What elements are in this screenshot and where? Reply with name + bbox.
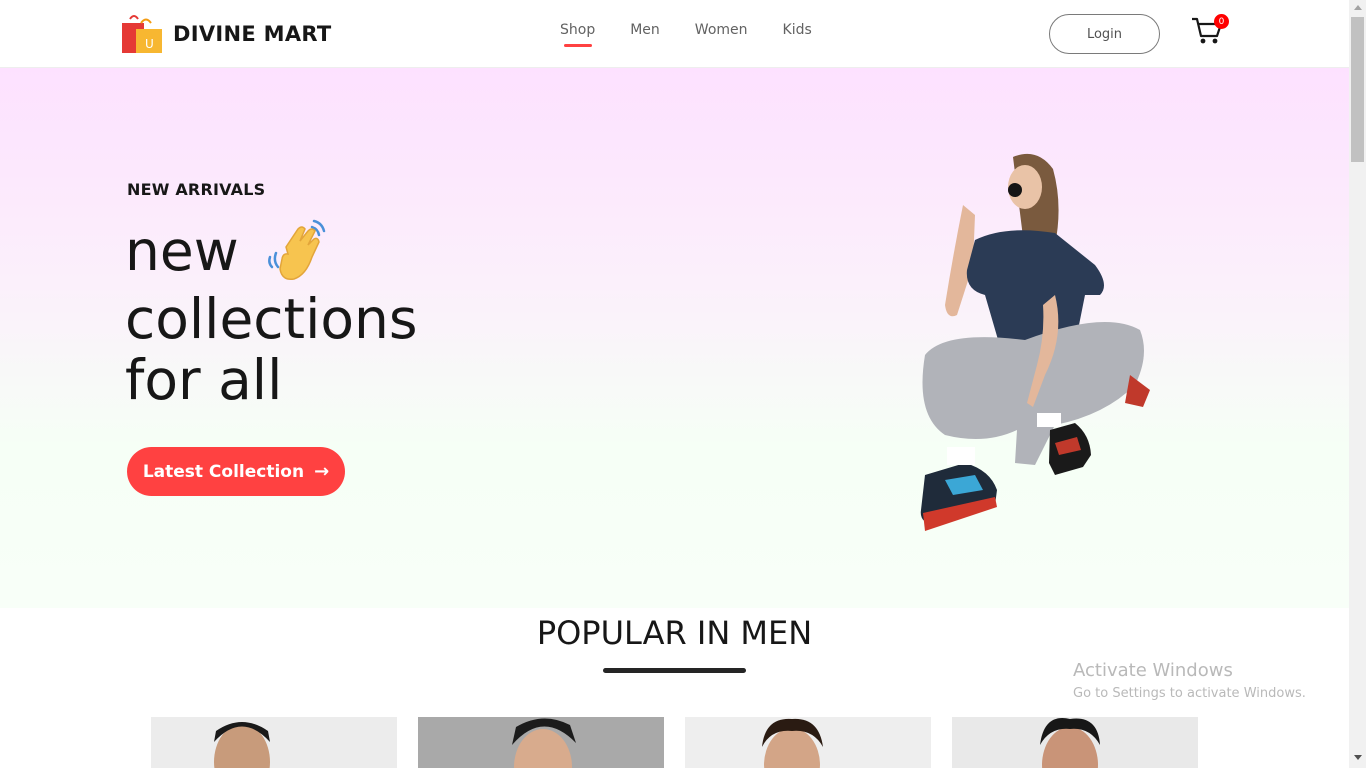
arrow-right-icon: → xyxy=(314,461,330,482)
section-title-underline xyxy=(603,668,746,673)
hero-kicker: NEW ARRIVALS xyxy=(127,180,266,199)
latest-collection-button[interactable]: Latest Collection → xyxy=(127,447,345,496)
product-grid xyxy=(151,717,1219,768)
nav-item-label: Men xyxy=(630,22,660,38)
scroll-up-arrow-icon[interactable] xyxy=(1354,5,1362,10)
product-man-3-image xyxy=(685,717,931,768)
hero-headline-line1: new xyxy=(125,219,239,283)
waving-hand-icon xyxy=(268,219,326,281)
latest-collection-label: Latest Collection xyxy=(142,461,305,482)
nav-item-label: Shop xyxy=(560,22,596,38)
product-card[interactable] xyxy=(151,717,397,768)
svg-text:U: U xyxy=(145,37,154,51)
nav-item-label: Kids xyxy=(782,22,812,38)
hero-headline-line3: for all xyxy=(125,348,283,412)
page-scrollbar[interactable] xyxy=(1349,0,1366,768)
cart-count-badge: 0 xyxy=(1214,14,1229,29)
watermark-subtitle: Go to Settings to activate Windows. xyxy=(1073,686,1306,701)
product-man-4-image xyxy=(952,717,1198,768)
scroll-thumb[interactable] xyxy=(1351,17,1364,162)
product-card[interactable] xyxy=(685,717,931,768)
nav-active-indicator xyxy=(564,44,592,47)
section-title: POPULAR IN MEN xyxy=(536,614,813,652)
site-header: U DIVINE MART Shop Men Women Kids Login … xyxy=(0,0,1349,68)
main-nav: Shop Men Women Kids xyxy=(560,22,847,47)
watermark-title: Activate Windows xyxy=(1073,660,1233,681)
product-card[interactable] xyxy=(418,717,664,768)
model-squatting-image xyxy=(920,153,1150,531)
nav-item-kids[interactable]: Kids xyxy=(783,22,812,38)
login-button[interactable]: Login xyxy=(1049,14,1160,54)
nav-item-label: Women xyxy=(694,22,748,38)
nav-item-shop[interactable]: Shop xyxy=(560,22,596,47)
scroll-down-arrow-icon[interactable] xyxy=(1354,755,1362,760)
product-man-2-image xyxy=(418,717,664,768)
product-card[interactable] xyxy=(952,717,1198,768)
nav-item-women[interactable]: Women xyxy=(695,22,748,38)
windows-activation-watermark: Activate Windows Go to Settings to activ… xyxy=(1073,660,1306,701)
nav-item-men[interactable]: Men xyxy=(630,22,660,38)
hero-headline-line2: collections xyxy=(125,287,418,351)
brand-logo[interactable]: U DIVINE MART xyxy=(121,13,332,55)
shopping-bag-icon: U xyxy=(122,15,162,53)
product-man-1-image xyxy=(151,717,397,768)
brand-name: DIVINE MART xyxy=(173,22,332,46)
